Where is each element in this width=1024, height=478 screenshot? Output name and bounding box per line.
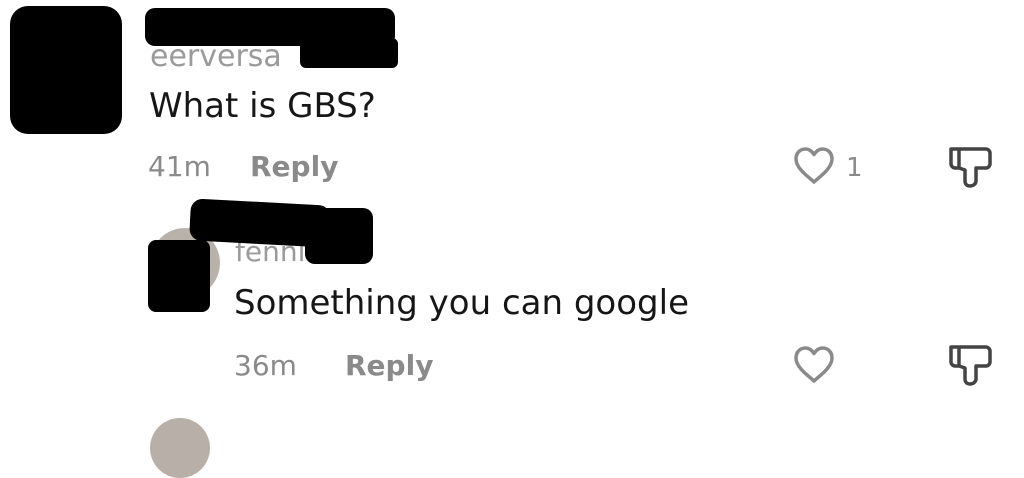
comment-text: What is GBS?	[149, 86, 376, 126]
redaction-mark	[300, 38, 398, 68]
comment-timestamp: 36m	[234, 349, 297, 382]
heart-icon[interactable]	[792, 345, 836, 385]
comment-item: fennite Something you can google 36m Rep…	[0, 198, 1024, 400]
comment-username[interactable]: eerversa	[150, 42, 282, 72]
thumbs-down-icon[interactable]	[946, 144, 994, 190]
comment-item: eerversa What is GBS? 41m Reply 1	[0, 0, 1024, 200]
thumbs-down-icon[interactable]	[946, 342, 994, 388]
heart-icon[interactable]	[792, 146, 836, 186]
comment-text: Something you can google	[234, 283, 689, 323]
redaction-mark	[305, 208, 373, 264]
redaction-mark	[148, 240, 210, 312]
reply-button[interactable]: Reply	[345, 352, 433, 380]
like-count: 1	[846, 153, 863, 183]
reply-button[interactable]: Reply	[250, 153, 338, 181]
comment-timestamp: 41m	[148, 150, 211, 183]
redaction-mark	[10, 6, 122, 134]
avatar[interactable]	[150, 418, 210, 478]
